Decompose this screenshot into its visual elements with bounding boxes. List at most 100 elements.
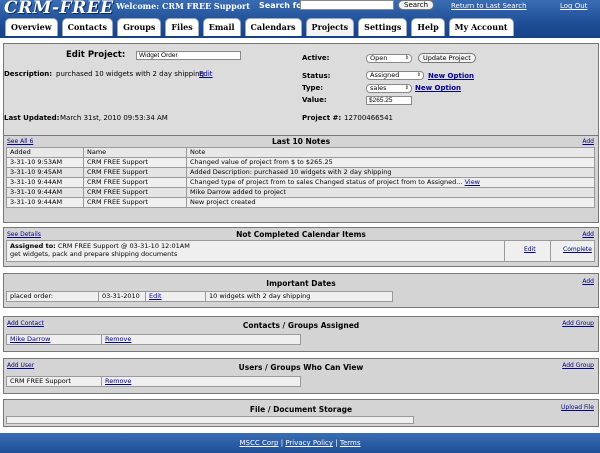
add-calendar-item-link[interactable]: Add [582, 231, 594, 238]
tab-contacts[interactable]: Contacts [61, 18, 114, 36]
note-author: CRM FREE Support [83, 177, 187, 188]
table-row: 3-31-10 9:44AM CRM FREE Support New proj… [6, 197, 595, 208]
last-updated-label: Last Updated: [4, 114, 60, 122]
add-group-link[interactable]: Add Group [562, 320, 594, 327]
table-row: 3-31-10 9:44AM CRM FREE Support Mike Dar… [6, 187, 595, 198]
note-added: 3-31-10 9:44AM [6, 187, 84, 198]
column-header-note: Note [186, 147, 595, 158]
users-table: CRM FREE Support Remove [6, 376, 301, 387]
table-row: CRM FREE Support Remove [6, 376, 301, 387]
table-row: 3-31-10 9:44AM CRM FREE Support Changed … [6, 177, 595, 188]
tab-projects[interactable]: Projects [305, 18, 355, 36]
type-select-value: sales [370, 84, 387, 92]
project-name-input[interactable] [136, 51, 241, 60]
note-author: CRM FREE Support [83, 197, 187, 208]
tab-help[interactable]: Help [411, 18, 445, 36]
remove-user-link[interactable]: Remove [105, 377, 131, 385]
view-note-link[interactable]: View [465, 178, 480, 186]
important-dates-panel: Important Dates Add placed order: 03-31-… [3, 273, 599, 308]
welcome-text: Welcome: CRM FREE Support [116, 1, 250, 11]
complete-calendar-item-link[interactable]: Complete [563, 246, 592, 253]
search-input[interactable] [300, 0, 394, 10]
remove-cell: Remove [101, 334, 301, 345]
tab-my-account[interactable]: My Account [448, 18, 514, 36]
assigned-label: Assigned to: [10, 242, 56, 250]
column-header-name: Name [83, 147, 187, 158]
calendar-description: get widgets, pack and prepare shipping d… [10, 250, 178, 258]
upload-file-link[interactable]: Upload File [561, 404, 594, 411]
tab-groups[interactable]: Groups [117, 18, 162, 36]
notes-header-row: Added Name Note [6, 147, 595, 158]
add-note-link[interactable]: Add [582, 138, 594, 145]
add-user-group-link[interactable]: Add Group [562, 362, 594, 369]
note-text: Changed value of project from $ to $265.… [186, 157, 595, 168]
note-author: CRM FREE Support [83, 157, 187, 168]
notes-title: Last 10 Notes [271, 137, 331, 146]
footer-separator: | [335, 439, 338, 447]
remove-contact-link[interactable]: Remove [105, 335, 131, 343]
type-new-option-link[interactable]: New Option [415, 84, 461, 92]
table-row: 3-31-10 9:45AM CRM FREE Support Added De… [6, 167, 595, 178]
divider [504, 241, 505, 261]
note-author: CRM FREE Support [83, 187, 187, 198]
table-row: Mike Darrow Remove [6, 334, 301, 345]
search-button[interactable]: Search [398, 0, 435, 10]
tab-calendars[interactable]: Calendars [244, 18, 302, 36]
mscc-corp-link[interactable]: MSCC Corp [240, 439, 279, 447]
notes-panel: See All 6 Last 10 Notes Add Added Name N… [3, 135, 599, 223]
tab-email[interactable]: Email [202, 18, 241, 36]
update-project-button[interactable]: Update Project [418, 53, 476, 63]
edit-date-link[interactable]: Edit [149, 292, 162, 300]
users-title: Users / Groups Who Can View [238, 363, 364, 372]
top-bar: CRM-FREE Welcome: CRM FREE Support Searc… [0, 0, 600, 38]
description-edit-link[interactable]: Edit [199, 70, 213, 78]
terms-link[interactable]: Terms [340, 439, 361, 447]
calendar-title: Not Completed Calendar Items [236, 230, 366, 239]
add-date-link[interactable]: Add [582, 278, 594, 285]
tab-files[interactable]: Files [165, 18, 199, 36]
tab-overview[interactable]: Overview [5, 18, 58, 36]
dates-table: placed order: 03-31-2010 Edit 10 widgets… [6, 291, 393, 302]
edit-project-panel: Edit Project: Description: purchased 10 … [3, 43, 599, 136]
note-added: 3-31-10 9:53AM [6, 157, 84, 168]
project-number-label: Project #: [302, 114, 342, 122]
last-updated-value: March 31st, 2010 09:53:34 AM [60, 114, 168, 122]
edit-calendar-item-link[interactable]: Edit [524, 246, 536, 253]
note-cell: Changed type of project from to sales Ch… [186, 177, 595, 188]
note-added: 3-31-10 9:44AM [6, 197, 84, 208]
description-label: Description: [4, 70, 53, 78]
status-label: Status: [302, 72, 331, 80]
value-input[interactable] [366, 96, 412, 105]
chevron-updown-icon: ⇕ [404, 85, 409, 91]
main-nav-tabs: Overview Contacts Groups Files Email Cal… [5, 18, 514, 36]
file-storage-panel: File / Document Storage Upload File [3, 399, 599, 427]
user-name: CRM FREE Support [6, 376, 102, 387]
note-text: Added Description: purchased 10 widgets … [186, 167, 595, 178]
note-text: Mike Darrow added to project [186, 187, 595, 198]
calendar-items-panel: See Details Not Completed Calendar Items… [3, 227, 599, 267]
note-added: 3-31-10 9:45AM [6, 167, 84, 178]
table-row: placed order: 03-31-2010 Edit 10 widgets… [6, 291, 393, 302]
note-text: New project created [186, 197, 595, 208]
logout-link[interactable]: Log Out [560, 2, 587, 10]
active-select[interactable]: Open ⇕ [366, 54, 412, 63]
contact-cell: Mike Darrow [6, 334, 102, 345]
calendar-assigned: Assigned to: CRM FREE Support @ 03-31-10… [10, 242, 190, 250]
privacy-policy-link[interactable]: Privacy Policy [285, 439, 333, 447]
return-to-last-search-link[interactable]: Return to Last Search [451, 2, 527, 10]
active-label: Active: [302, 54, 330, 62]
type-label: Type: [302, 84, 324, 92]
chevron-updown-icon: ⇕ [404, 55, 409, 61]
type-select[interactable]: sales ⇕ [366, 84, 412, 93]
table-row: 3-31-10 9:53AM CRM FREE Support Changed … [6, 157, 595, 168]
tab-settings[interactable]: Settings [358, 18, 408, 36]
description-text: purchased 10 widgets with 2 day shipping [56, 70, 205, 78]
status-select[interactable]: Assigned ⇕ [366, 71, 424, 80]
contact-name-link[interactable]: Mike Darrow [10, 335, 50, 343]
users-groups-panel: Add User Users / Groups Who Can View Add… [3, 358, 599, 394]
note-added: 3-31-10 9:44AM [6, 177, 84, 188]
status-new-option-link[interactable]: New Option [428, 72, 474, 80]
assigned-text: CRM FREE Support @ 03-31-10 12:01AM [57, 242, 190, 250]
divider [550, 241, 551, 261]
file-list [6, 416, 414, 424]
